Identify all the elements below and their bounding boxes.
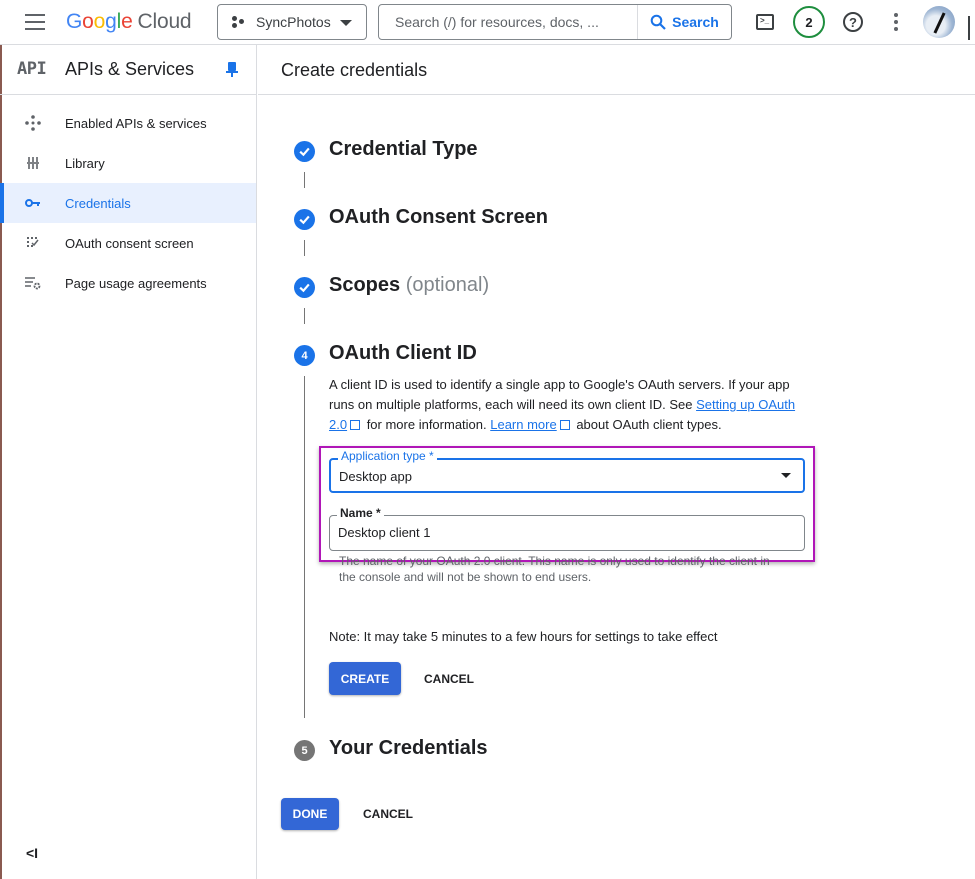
step-title: OAuth Client ID bbox=[329, 342, 477, 364]
library-icon bbox=[24, 154, 42, 172]
external-link-icon bbox=[559, 420, 570, 430]
step-connector bbox=[304, 172, 305, 188]
google-cloud-logo[interactable]: Google Cloud bbox=[66, 10, 192, 34]
step-title: Scopes (optional) bbox=[329, 274, 490, 296]
optional-label: (optional) bbox=[405, 274, 490, 296]
consent-screen-icon bbox=[24, 234, 42, 252]
help-icon: ? bbox=[843, 12, 863, 32]
step-title: Credential Type bbox=[329, 138, 478, 160]
sidebar-item-oauth-consent[interactable]: OAuth consent screen bbox=[0, 223, 256, 263]
main-menu-icon[interactable] bbox=[25, 14, 45, 30]
application-type-label: Application type * bbox=[338, 449, 437, 463]
help-button[interactable]: ? bbox=[841, 10, 865, 34]
name-field-wrapper: Name * bbox=[329, 506, 805, 551]
create-button[interactable]: CREATE bbox=[329, 662, 401, 695]
search-icon bbox=[650, 14, 666, 30]
settings-note: Note: It may take 5 minutes to a few hou… bbox=[329, 629, 718, 644]
project-name: SyncPhotos bbox=[256, 14, 331, 30]
name-helper-text: The name of your OAuth 2.0 client. This … bbox=[339, 554, 770, 584]
sidebar-nav: Enabled APIs & services Library Credenti… bbox=[0, 95, 256, 303]
sidebar: API APIs & Services Enabled APIs & servi… bbox=[0, 45, 257, 879]
settings-list-icon bbox=[24, 274, 42, 292]
page-header: Create credentials bbox=[258, 45, 975, 95]
key-icon bbox=[24, 194, 42, 212]
scrollbar[interactable] bbox=[968, 16, 970, 40]
api-logo-icon: API bbox=[17, 59, 47, 79]
step-number-badge: 5 bbox=[294, 740, 315, 761]
done-button[interactable]: DONE bbox=[281, 798, 339, 830]
terminal-icon: >_ bbox=[756, 14, 774, 30]
collapse-sidebar-icon[interactable]: <I bbox=[26, 845, 38, 861]
dropdown-arrow-icon bbox=[781, 473, 791, 478]
project-selector[interactable]: SyncPhotos bbox=[217, 4, 367, 40]
enabled-apis-icon bbox=[24, 114, 42, 132]
application-type-select[interactable]: Application type * Desktop app bbox=[329, 449, 805, 493]
cancel-button[interactable]: CANCEL bbox=[414, 662, 484, 695]
check-circle-icon bbox=[294, 277, 315, 298]
sidebar-item-page-usage[interactable]: Page usage agreements bbox=[0, 263, 256, 303]
application-type-value: Desktop app bbox=[339, 469, 412, 484]
search-button[interactable]: Search bbox=[638, 5, 731, 39]
step-connector bbox=[304, 376, 305, 718]
name-input[interactable] bbox=[338, 525, 788, 540]
search-bar: Search bbox=[378, 4, 732, 40]
client-id-description: A client ID is used to identify a single… bbox=[329, 377, 796, 432]
main-content: Create credentials Credential Type OAuth… bbox=[258, 45, 975, 879]
step-connector bbox=[304, 308, 305, 324]
step-title: OAuth Consent Screen bbox=[329, 206, 548, 228]
check-circle-icon bbox=[294, 141, 315, 162]
avatar[interactable] bbox=[923, 6, 955, 38]
learn-more-link[interactable]: Learn more bbox=[490, 417, 556, 432]
pin-icon[interactable] bbox=[226, 62, 238, 78]
cloud-shell-button[interactable]: >_ bbox=[753, 10, 777, 34]
chevron-down-icon bbox=[340, 20, 352, 26]
name-label: Name * bbox=[337, 506, 384, 520]
sidebar-item-credentials[interactable]: Credentials bbox=[0, 183, 256, 223]
step-title: Your Credentials bbox=[329, 737, 488, 759]
sidebar-title: APIs & Services bbox=[65, 59, 195, 79]
sidebar-header: API APIs & Services bbox=[0, 45, 256, 95]
sidebar-item-enabled-apis[interactable]: Enabled APIs & services bbox=[0, 103, 256, 143]
top-bar: GoogleCloud SyncPhotos Search >_ 2 ? bbox=[0, 0, 975, 45]
search-input[interactable] bbox=[379, 5, 638, 39]
bottom-cancel-button[interactable]: CANCEL bbox=[353, 798, 423, 830]
external-link-icon bbox=[350, 420, 361, 430]
step-connector bbox=[304, 240, 305, 256]
project-icon bbox=[232, 16, 246, 28]
step-number-badge: 4 bbox=[294, 345, 315, 366]
notifications-badge[interactable]: 2 bbox=[793, 6, 825, 38]
page-title: Create credentials bbox=[281, 60, 428, 80]
sidebar-item-library[interactable]: Library bbox=[0, 143, 256, 183]
more-options-icon[interactable] bbox=[884, 10, 908, 34]
check-circle-icon bbox=[294, 209, 315, 230]
